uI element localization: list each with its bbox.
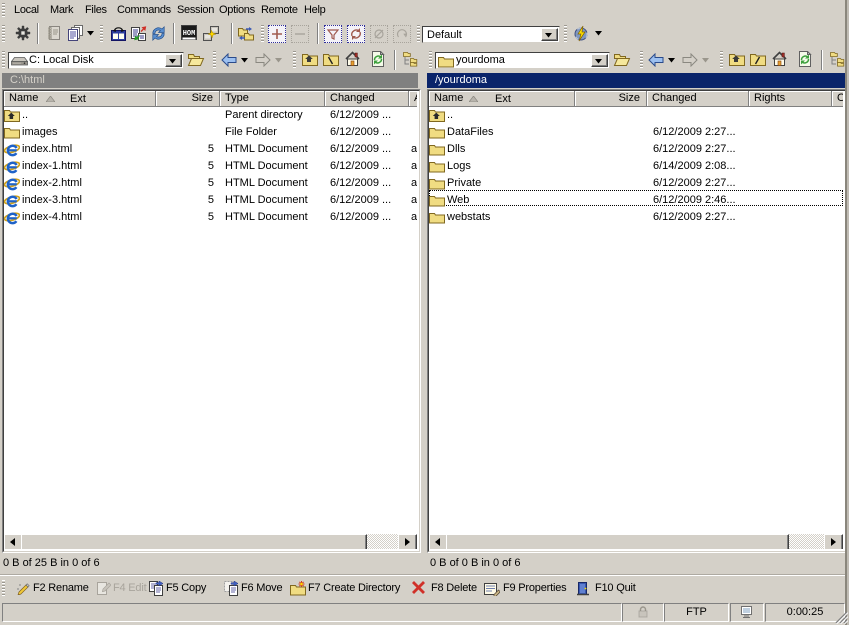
svg-text:HOM: HOM	[183, 30, 196, 38]
